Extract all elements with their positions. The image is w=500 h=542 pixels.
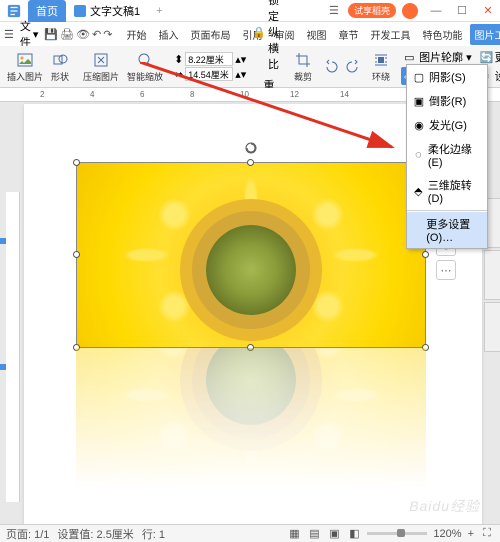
maximize-button[interactable]: ☐ bbox=[450, 1, 474, 21]
size-controls: ⬍ ▴▾ ⬌ ▴▾ bbox=[174, 52, 246, 81]
dd-more-settings[interactable]: 更多设置(O)… bbox=[407, 212, 487, 248]
vip-button[interactable]: 试享稻壳 bbox=[348, 3, 396, 18]
zoom-value: 120% bbox=[433, 528, 461, 540]
status-bar: 页面: 1/1 设置值: 2.5厘米 行: 1 ▦ ▤ ▣ ◧ 120% + ⛶ bbox=[0, 524, 500, 542]
tool-compress[interactable]: 压缩图片 bbox=[80, 51, 122, 83]
dd-glow[interactable]: ◉发光(G) bbox=[407, 113, 487, 137]
lock-ratio[interactable]: 🔒锁定纵横比 bbox=[248, 0, 283, 74]
save-icon[interactable]: 💾 bbox=[44, 25, 58, 43]
height-input[interactable] bbox=[185, 52, 233, 66]
ribbon-tab-start[interactable]: 开始 bbox=[122, 24, 150, 45]
marker-icon bbox=[0, 238, 6, 244]
ribbon-tab-picture[interactable]: 图片工具 bbox=[470, 24, 500, 45]
view-mode-4-icon[interactable]: ◧ bbox=[347, 527, 361, 541]
dd-shadow[interactable]: ▢阴影(S) bbox=[407, 65, 487, 89]
view-mode-2-icon[interactable]: ▤ bbox=[307, 527, 321, 541]
ribbon-tab-view[interactable]: 视图 bbox=[302, 24, 330, 45]
rotate-right-icon[interactable] bbox=[343, 58, 361, 76]
tool-smart-zoom[interactable]: 智能缩放 bbox=[124, 51, 166, 83]
dd-rotate3d[interactable]: ⬘三维旋转(D) bbox=[407, 173, 487, 209]
shadow-icon: ▢ bbox=[413, 71, 425, 83]
shape-icon bbox=[51, 51, 69, 69]
fullscreen-icon[interactable]: ⛶ bbox=[480, 527, 494, 541]
ribbon-tab-layout[interactable]: 页面布局 bbox=[186, 24, 234, 45]
view-mode-1-icon[interactable]: ▦ bbox=[287, 527, 301, 541]
print-icon[interactable]: 🖨 bbox=[60, 25, 74, 43]
close-button[interactable]: ✕ bbox=[476, 1, 500, 21]
rotate3d-icon: ⬘ bbox=[413, 185, 424, 197]
glow-icon: ◉ bbox=[413, 119, 425, 131]
tool-crop[interactable]: 裁剪 bbox=[291, 51, 315, 83]
resize-handle-tl[interactable] bbox=[73, 159, 80, 166]
chevron-down-icon: ▾ bbox=[33, 28, 39, 41]
zoom-slider[interactable] bbox=[367, 532, 427, 535]
ribbon-tab-section[interactable]: 章节 bbox=[334, 24, 362, 45]
zoom-thumb[interactable] bbox=[397, 529, 405, 537]
edge-tab-2[interactable] bbox=[484, 250, 500, 300]
ruler-vertical[interactable] bbox=[6, 192, 20, 502]
rotate-handle[interactable] bbox=[245, 142, 257, 154]
redo-icon[interactable]: ↷ bbox=[103, 25, 112, 43]
view-mode-3-icon[interactable]: ▣ bbox=[327, 527, 341, 541]
avatar[interactable] bbox=[402, 3, 418, 19]
tab-document[interactable]: 文字文稿1 bbox=[66, 0, 148, 22]
zoom-in-button[interactable]: + bbox=[468, 528, 474, 540]
tool-shape[interactable]: 形状 bbox=[48, 51, 72, 83]
image-reflection bbox=[76, 348, 426, 488]
width-input[interactable] bbox=[185, 67, 233, 81]
side-more-icon[interactable]: ⋯ bbox=[436, 260, 456, 280]
change-icon: 🔄 bbox=[480, 51, 492, 63]
tab-add[interactable]: + bbox=[148, 2, 170, 20]
status-page: 页面: 1/1 bbox=[6, 526, 49, 542]
sunflower-image[interactable] bbox=[76, 162, 426, 348]
ribbon-tab-insert[interactable]: 插入 bbox=[154, 24, 182, 45]
lock-icon: 🔒 bbox=[252, 26, 266, 39]
resize-handle-mr[interactable] bbox=[422, 251, 429, 258]
dd-reflect[interactable]: ▣倒影(R) bbox=[407, 89, 487, 113]
effect-dropdown: ▢阴影(S) ▣倒影(R) ◉发光(G) ◌柔化边缘(E) ⬘三维旋转(D) 更… bbox=[406, 64, 488, 249]
soft-icon: ◌ bbox=[413, 149, 424, 161]
login-icon[interactable]: ☰ bbox=[322, 1, 346, 21]
menu-icon[interactable]: ☰ bbox=[4, 25, 14, 43]
reflect-icon: ▣ bbox=[413, 95, 425, 107]
zoom-icon bbox=[136, 51, 154, 69]
tool-wrap[interactable]: 环绕 bbox=[369, 51, 393, 83]
height-icon: ⬍ bbox=[174, 53, 183, 66]
edge-tab-3[interactable] bbox=[484, 302, 500, 352]
outline-icon: ▭ bbox=[404, 51, 416, 63]
status-sel: 设置值: 2.5厘米 bbox=[57, 526, 133, 542]
preview-icon[interactable]: 👁 bbox=[76, 25, 90, 43]
crop-icon bbox=[294, 51, 312, 69]
chevron-down-icon: ▾ bbox=[466, 51, 472, 64]
undo-icon[interactable]: ↶ bbox=[92, 25, 101, 43]
wrap-icon bbox=[372, 51, 390, 69]
resize-handle-ml[interactable] bbox=[73, 251, 80, 258]
marker-icon bbox=[0, 364, 6, 370]
width-icon: ⬌ bbox=[174, 68, 183, 81]
ribbon-tabs: 开始 插入 页面布局 引用 审阅 视图 章节 开发工具 特色功能 图片工具 bbox=[122, 24, 500, 45]
ribbon-tab-dev[interactable]: 开发工具 bbox=[366, 24, 414, 45]
dd-soft[interactable]: ◌柔化边缘(E) bbox=[407, 137, 487, 173]
tool-insert-pic[interactable]: 插入图片 bbox=[4, 51, 46, 83]
rotate-left-icon[interactable] bbox=[323, 58, 341, 76]
compress-icon bbox=[92, 51, 110, 69]
minimize-button[interactable]: — bbox=[424, 1, 448, 21]
picture-icon bbox=[16, 51, 34, 69]
stepper-icon[interactable]: ▴▾ bbox=[235, 68, 246, 81]
doc-icon bbox=[74, 5, 86, 17]
resize-handle-tm[interactable] bbox=[247, 159, 254, 166]
left-markers bbox=[0, 238, 6, 490]
image-object[interactable] bbox=[76, 162, 426, 488]
ribbon-tab-feature[interactable]: 特色功能 bbox=[418, 24, 466, 45]
stepper-icon[interactable]: ▴▾ bbox=[235, 53, 246, 66]
watermark: Baidu经验 bbox=[409, 496, 480, 516]
status-col: 行: 1 bbox=[142, 526, 165, 542]
